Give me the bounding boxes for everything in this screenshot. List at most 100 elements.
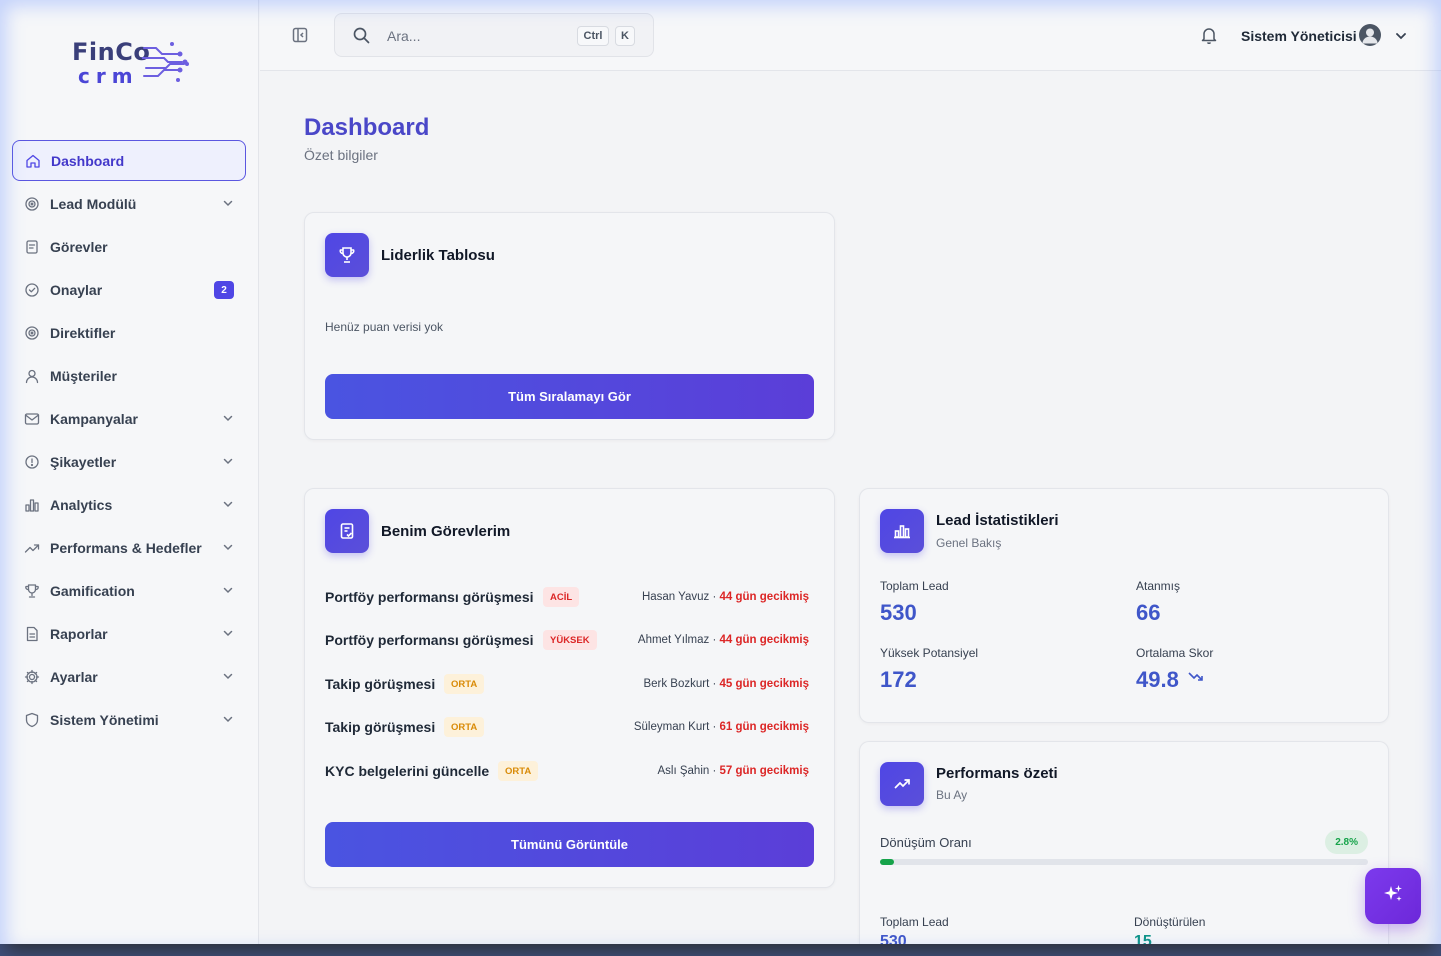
view-full-ranking-button[interactable]: Tüm Sıralamayı Gör xyxy=(325,374,814,419)
chevron-down-icon[interactable] xyxy=(1395,29,1407,47)
task-assignee: Hasan Yavuz xyxy=(641,591,710,603)
task-overdue: 44 gün gecikmiş xyxy=(719,634,809,646)
chevron-down-icon[interactable] xyxy=(222,626,234,642)
logo-circuit-icon xyxy=(142,42,189,82)
total-lead-label: Toplam Lead xyxy=(880,579,949,593)
total-lead-value: 530 xyxy=(880,600,917,625)
leaderboard-title: Liderlik Tablosu xyxy=(381,247,495,264)
sidebar-item-lead-modulu[interactable]: Lead Modülü xyxy=(12,183,246,224)
assigned-label: Atanmış xyxy=(1136,579,1181,593)
sidebar-item-sistem-yonetimi[interactable]: Sistem Yönetimi xyxy=(12,699,246,740)
conversion-rate-pill: 2.8% xyxy=(1325,830,1368,854)
my-tasks-card: Benim Görevlerim Portföy performansı gör… xyxy=(304,488,835,888)
sidebar: FinCo crm Dashboard Lead Modülü Görevler On… xyxy=(0,0,259,956)
meta-separator: · xyxy=(709,634,720,646)
task-overdue: 61 gün gecikmiş xyxy=(719,721,809,733)
priority-badge: YÜKSEK xyxy=(543,630,597,650)
leaderboard-empty-text: Henüz puan verisi yok xyxy=(325,320,444,334)
sidebar-item-label: Kampanyalar xyxy=(50,410,138,427)
sidebar-nav: Dashboard Lead Modülü Görevler Onaylar 2 Dire… xyxy=(12,140,246,742)
sidebar-item-label: Müşteriler xyxy=(50,367,117,384)
task-meta: Süleyman Kurt · 61 gün gecikmiş xyxy=(634,721,809,733)
task-title: Portföy performansı görüşmesi xyxy=(325,589,534,605)
finco-logo[interactable]: FinCo crm xyxy=(70,38,200,88)
sidebar-item-gorevler[interactable]: Görevler xyxy=(12,226,246,267)
sidebar-item-label: Performans & Hedefler xyxy=(50,539,202,556)
sidebar-item-onaylar[interactable]: Onaylar 2 xyxy=(12,269,246,310)
sidebar-item-ayarlar[interactable]: Ayarlar xyxy=(12,656,246,697)
conversion-rate-label: Dönüşüm Oranı xyxy=(880,835,972,850)
leaderboard-card: Liderlik Tablosu Henüz puan verisi yok T… xyxy=(304,212,835,440)
sparkles-icon xyxy=(1382,883,1404,910)
meta-separator: · xyxy=(709,678,720,690)
user-name[interactable]: Sistem Yöneticisi xyxy=(1241,28,1357,44)
meta-separator: · xyxy=(709,765,720,777)
my-tasks-title: Benim Görevlerim xyxy=(381,523,511,540)
sidebar-item-label: Onaylar xyxy=(50,281,103,298)
chevron-down-icon[interactable] xyxy=(222,454,234,470)
task-row[interactable]: Portföy performansı görüşmesi ACİL Hasan Y… xyxy=(325,587,809,611)
sidebar-toggle-icon[interactable] xyxy=(292,27,308,48)
clipboard-check-icon xyxy=(325,509,369,553)
bar-chart-icon xyxy=(880,509,924,553)
view-all-tasks-button[interactable]: Tümünü Görüntüle xyxy=(325,822,814,867)
ai-assistant-button[interactable] xyxy=(1365,868,1421,924)
task-assignee: Ahmet Yılmaz xyxy=(637,634,710,646)
task-assignee: Süleyman Kurt xyxy=(633,721,710,733)
sidebar-item-gamification[interactable]: Gamification xyxy=(12,570,246,611)
search-input[interactable]: Ara... xyxy=(387,28,420,44)
lead-stats-subtitle: Genel Bakış xyxy=(936,536,1002,550)
perf-total-lead-label: Toplam Lead xyxy=(880,915,949,929)
task-meta: Hasan Yavuz · 44 gün gecikmiş xyxy=(642,591,809,603)
bar-chart-icon xyxy=(24,497,40,513)
task-row[interactable]: Takip görüşmesi ORTA Berk Bozkurt · 45 gün… xyxy=(325,674,809,698)
alert-circle-icon xyxy=(24,454,40,470)
avatar[interactable] xyxy=(1359,24,1381,46)
sidebar-item-direktifler[interactable]: Direktifler xyxy=(12,312,246,353)
sidebar-item-sikayetler[interactable]: Şikayetler xyxy=(12,441,246,482)
task-meta: Ahmet Yılmaz · 44 gün gecikmiş xyxy=(638,634,809,646)
task-overdue: 44 gün gecikmiş xyxy=(719,591,809,603)
priority-badge: ORTA xyxy=(444,717,485,737)
user-icon xyxy=(24,368,40,384)
task-row[interactable]: Portföy performansı görüşmesi YÜKSEK Ahmet… xyxy=(325,630,809,654)
top-bar: Ara... Ctrl K Sistem Yöneticisi xyxy=(260,0,1441,71)
sidebar-item-label: Lead Modülü xyxy=(50,195,137,212)
high-potential-value: 172 xyxy=(880,667,917,692)
sidebar-item-label: Dashboard xyxy=(51,152,125,169)
shortcut-k-key: K xyxy=(615,26,635,46)
sidebar-item-musteriler[interactable]: Müşteriler xyxy=(12,355,246,396)
task-meta: Aslı Şahin · 57 gün gecikmiş xyxy=(658,765,810,777)
file-icon xyxy=(24,626,40,642)
chevron-down-icon[interactable] xyxy=(222,196,234,212)
target-icon xyxy=(24,325,40,341)
target-icon xyxy=(24,196,40,212)
task-overdue: 57 gün gecikmiş xyxy=(719,765,809,777)
sidebar-item-performans-and-hedefler[interactable]: Performans & Hedefler xyxy=(12,527,246,568)
task-row[interactable]: Takip görüşmesi ORTA Süleyman Kurt · 61 gü… xyxy=(325,717,809,741)
task-title: KYC belgelerini güncelle xyxy=(325,763,490,779)
sidebar-item-analytics[interactable]: Analytics xyxy=(12,484,246,525)
sidebar-item-raporlar[interactable]: Raporlar xyxy=(12,613,246,654)
priority-badge: ORTA xyxy=(498,761,539,781)
logo-text-finco: FinCo xyxy=(72,38,151,66)
task-row[interactable]: KYC belgelerini güncelle ORTA Aslı Şahin ·… xyxy=(325,761,809,785)
chevron-down-icon[interactable] xyxy=(222,669,234,685)
task-title: Portföy performansı görüşmesi xyxy=(325,632,534,648)
sidebar-item-dashboard[interactable]: Dashboard xyxy=(12,140,246,181)
bell-icon[interactable] xyxy=(1200,26,1218,49)
assigned-value: 66 xyxy=(1136,600,1161,625)
task-overdue: 45 gün gecikmiş xyxy=(719,678,809,690)
chevron-down-icon[interactable] xyxy=(222,712,234,728)
chevron-down-icon[interactable] xyxy=(222,497,234,513)
chevron-down-icon[interactable] xyxy=(222,411,234,427)
chevron-down-icon[interactable] xyxy=(222,540,234,556)
task-meta: Berk Bozkurt · 45 gün gecikmiş xyxy=(643,678,809,690)
chevron-down-icon[interactable] xyxy=(222,583,234,599)
sidebar-item-kampanyalar[interactable]: Kampanyalar xyxy=(12,398,246,439)
shield-icon xyxy=(24,712,40,728)
taskbar-strip xyxy=(0,944,1441,956)
sidebar-item-label: Sistem Yönetimi xyxy=(50,711,159,728)
task-title: Takip görüşmesi xyxy=(325,676,436,692)
search-box[interactable]: Ara... Ctrl K xyxy=(334,13,654,57)
